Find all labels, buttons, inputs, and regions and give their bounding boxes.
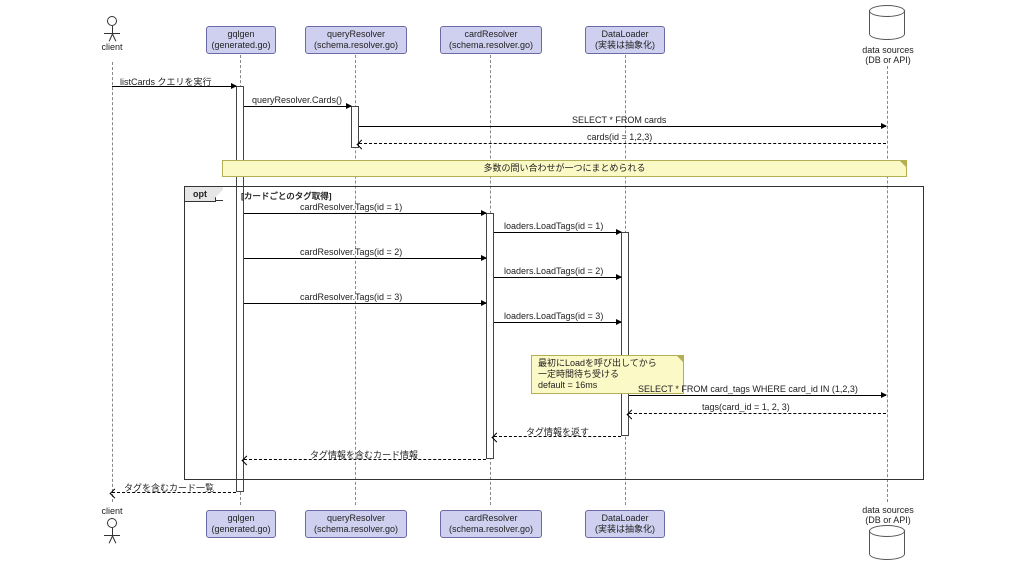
participant-card-sub: (schema.resolver.go)	[445, 40, 537, 51]
participant-query-sub: (schema.resolver.go)	[310, 40, 402, 51]
msg-tags2	[244, 258, 486, 259]
msg-select-tags	[629, 395, 886, 396]
database-icon	[869, 530, 905, 560]
msg-load3-label: loaders.LoadTags(id = 3)	[502, 311, 605, 321]
msg-tags1-label: cardResolver.Tags(id = 1)	[298, 202, 404, 212]
participant-gqlgen-title-b: gqlgen	[211, 513, 271, 524]
participant-query-top: queryResolver (schema.resolver.go)	[305, 26, 407, 54]
msg-load1	[494, 232, 621, 233]
msg-select-cards	[359, 126, 886, 127]
participant-gqlgen-bottom: gqlgen (generated.go)	[206, 510, 276, 538]
participant-loader-title: DataLoader	[590, 29, 660, 40]
msg-final-return-label: タグを含むカード一覧	[122, 481, 216, 494]
database-icon	[869, 10, 905, 40]
participant-loader-sub: (実装は抽象化)	[590, 40, 660, 51]
participant-card-title: cardResolver	[445, 29, 537, 40]
participant-gqlgen-sub: (generated.go)	[211, 40, 271, 51]
opt-guard: [カードごとのタグ取得]	[241, 190, 332, 202]
msg-load2-label: loaders.LoadTags(id = 2)	[502, 266, 605, 276]
participant-db-title-b: data sources	[852, 505, 924, 515]
participant-query-title-b: queryResolver	[310, 513, 402, 524]
participant-loader-title-b: DataLoader	[590, 513, 660, 524]
msg-cards-return	[359, 143, 886, 144]
actor-client-label: client	[97, 42, 127, 52]
actor-client-top: client	[97, 16, 127, 52]
participant-gqlgen-sub-b: (generated.go)	[211, 524, 271, 535]
note-wait-l1: 最初にLoadを呼び出してから	[538, 358, 677, 369]
participant-db-sub: (DB or API)	[852, 55, 924, 65]
msg-cardinfo-return-label: タグ情報を含むカード情報	[308, 448, 420, 461]
participant-card-title-b: cardResolver	[445, 513, 537, 524]
msg-listcards-label: listCards クエリを実行	[118, 75, 214, 88]
participant-gqlgen-top: gqlgen (generated.go)	[206, 26, 276, 54]
sequence-diagram: client gqlgen (generated.go) queryResolv…	[0, 0, 1024, 576]
msg-tags-return	[629, 413, 886, 414]
participant-card-bottom: cardResolver (schema.resolver.go)	[440, 510, 542, 538]
note-batching: 多数の問い合わせが一つにまとめられる	[222, 160, 907, 177]
msg-select-cards-label: SELECT * FROM cards	[570, 115, 668, 125]
msg-load3	[494, 322, 621, 323]
participant-db-bottom	[869, 530, 905, 560]
participant-loader-sub-b: (実装は抽象化)	[590, 524, 660, 535]
note-wait-l2: 一定時間待ち受ける	[538, 369, 677, 380]
participant-card-top: cardResolver (schema.resolver.go)	[440, 26, 542, 54]
msg-taginfo-return-label: タグ情報を返す	[524, 425, 591, 438]
msg-tags3	[244, 303, 486, 304]
msg-cards-call	[244, 106, 351, 107]
msg-tags2-label: cardResolver.Tags(id = 2)	[298, 247, 404, 257]
msg-tags3-label: cardResolver.Tags(id = 3)	[298, 292, 404, 302]
participant-loader-bottom: DataLoader (実装は抽象化)	[585, 510, 665, 538]
actor-client-bottom: client	[97, 506, 127, 516]
actor-client-bottom-fig	[97, 518, 127, 544]
opt-label: opt	[185, 187, 216, 202]
participant-db-title: data sources	[852, 45, 924, 55]
participant-query-title: queryResolver	[310, 29, 402, 40]
lifeline-client	[112, 62, 113, 502]
msg-load1-label: loaders.LoadTags(id = 1)	[502, 221, 605, 231]
note-batching-text: 多数の問い合わせが一つにまとめられる	[483, 163, 645, 173]
participant-card-sub-b: (schema.resolver.go)	[445, 524, 537, 535]
participant-gqlgen-title: gqlgen	[211, 29, 271, 40]
msg-tags1	[244, 213, 486, 214]
actor-client-label-bottom: client	[97, 506, 127, 516]
participant-loader-top: DataLoader (実装は抽象化)	[585, 26, 665, 54]
participant-db-sub-b: (DB or API)	[852, 515, 924, 525]
msg-cards-return-label: cards(id = 1,2,3)	[585, 132, 654, 142]
participant-db-label-bottom: data sources (DB or API)	[852, 505, 924, 525]
msg-cards-call-label: queryResolver.Cards()	[250, 95, 344, 105]
msg-load2	[494, 277, 621, 278]
participant-db-label-top: data sources (DB or API)	[852, 45, 924, 65]
participant-db-top	[869, 10, 905, 40]
msg-select-tags-label: SELECT * FROM card_tags WHERE card_id IN…	[636, 384, 860, 394]
msg-tags-return-label: tags(card_id = 1, 2, 3)	[700, 402, 792, 412]
participant-query-bottom: queryResolver (schema.resolver.go)	[305, 510, 407, 538]
participant-query-sub-b: (schema.resolver.go)	[310, 524, 402, 535]
